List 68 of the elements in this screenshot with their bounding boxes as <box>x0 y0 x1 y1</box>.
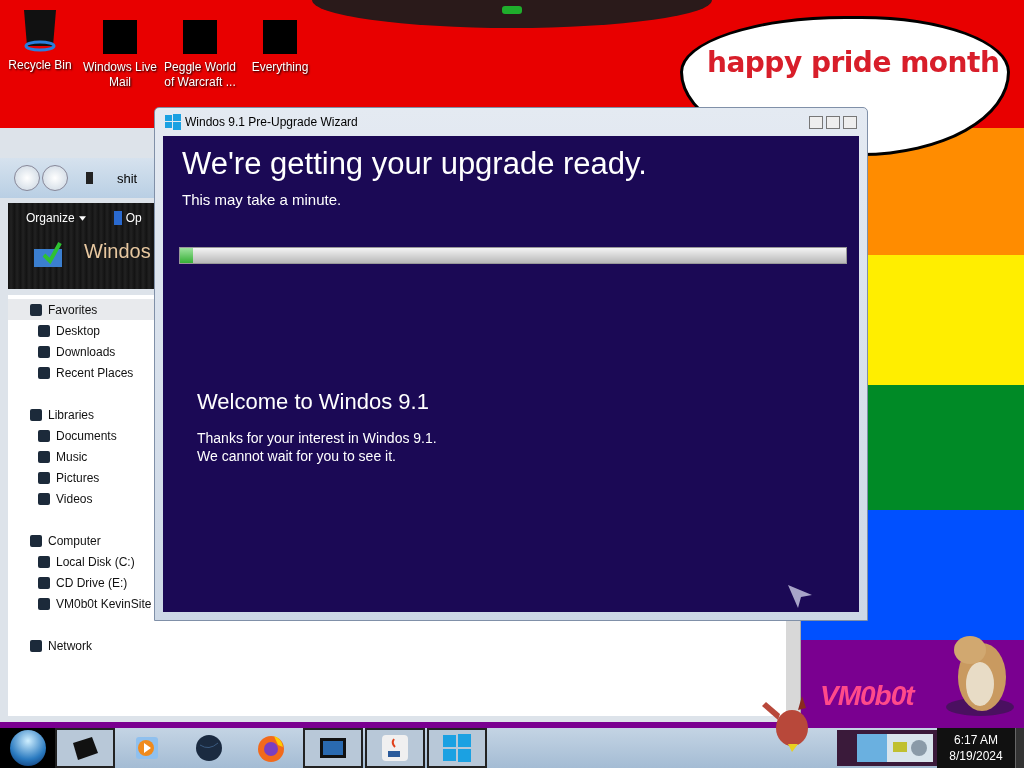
clock-date[interactable]: 8/19/2024 <box>949 748 1003 764</box>
globe-icon <box>194 733 224 763</box>
square-icon <box>38 429 50 442</box>
toolbar-button[interactable]: Op <box>125 211 142 225</box>
square-icon <box>38 471 50 484</box>
nav-section[interactable]: Computer <box>8 530 154 551</box>
square-icon <box>30 534 42 547</box>
square-icon <box>38 450 50 463</box>
nav-section[interactable]: Libraries <box>8 404 154 425</box>
nav-item[interactable]: Recent Places <box>8 362 154 383</box>
nav-item[interactable]: Downloads <box>8 341 154 362</box>
bird-drawing <box>762 696 808 752</box>
taskbar-button[interactable] <box>55 728 115 768</box>
square-icon <box>38 555 50 568</box>
header-title: Windos <box>84 239 151 263</box>
show-desktop-button[interactable] <box>1015 728 1024 768</box>
subheading: This may take a minute. <box>182 191 343 208</box>
nav-item[interactable]: CD Drive (E:) <box>8 572 154 593</box>
drive-icon <box>86 172 93 184</box>
forward-button[interactable] <box>42 165 68 191</box>
heading: We're getting your upgrade ready. <box>182 146 648 182</box>
welcome-text: We cannot wait for you to see it. <box>197 447 397 465</box>
square-icon <box>30 303 42 316</box>
square-icon <box>38 345 50 358</box>
taskbar-button[interactable] <box>303 728 363 768</box>
fox-browser-icon <box>256 733 286 763</box>
caret-icon <box>78 215 86 221</box>
nav-section[interactable]: Favorites <box>8 299 154 320</box>
taskbar-button[interactable] <box>427 728 487 768</box>
bubble-text: happy pride month <box>707 45 1001 81</box>
square-icon <box>38 597 50 610</box>
wallpaper-text: VM0b0t <box>820 680 914 712</box>
square-icon <box>30 639 42 652</box>
square-icon <box>38 492 50 505</box>
desktop-icon-label[interactable]: Windows Live Mail <box>82 60 158 90</box>
welcome-text: Thanks for your interest in Windos 9.1. <box>197 429 438 447</box>
nav-section[interactable]: Network <box>8 635 154 656</box>
nav-item[interactable]: Music <box>8 446 154 467</box>
windows-logo-icon <box>165 114 181 130</box>
welcome-title: Welcome to Windos 9.1 <box>197 389 430 415</box>
nav-item[interactable]: Desktop <box>8 320 154 341</box>
nav-item[interactable]: Documents <box>8 425 154 446</box>
desktop-icon-label[interactable]: Peggle World of Warcraft ... <box>162 60 238 90</box>
nav-item[interactable]: Local Disk (C:) <box>8 551 154 572</box>
nav-item[interactable]: VM0b0t KevinSite <box>8 593 154 614</box>
window-title: Windos 9.1 Pre-Upgrade Wizard <box>185 115 358 129</box>
desktop-icon-label[interactable]: Recycle Bin <box>8 58 72 73</box>
square-icon <box>30 408 42 421</box>
windows-logo-icon <box>442 733 472 763</box>
nav-item[interactable]: Pictures <box>8 467 154 488</box>
square-icon <box>38 324 50 337</box>
clock-time[interactable]: 6:17 AM <box>954 732 998 748</box>
organize-menu[interactable]: Organize <box>26 211 86 225</box>
close-button[interactable] <box>843 115 857 129</box>
taskbar-button[interactable] <box>365 728 425 768</box>
cursor-icon <box>787 583 813 609</box>
square-icon <box>38 576 50 589</box>
install-icon <box>32 241 64 269</box>
coffee-cup-icon <box>380 733 410 763</box>
maximize-button[interactable] <box>826 115 840 129</box>
back-button[interactable] <box>14 165 40 191</box>
start-button[interactable] <box>9 730 46 766</box>
minimize-button[interactable] <box>809 115 823 129</box>
desktop-icon-label[interactable]: Everything <box>251 60 309 75</box>
address-text[interactable]: shit <box>117 170 138 186</box>
square-icon <box>38 366 50 379</box>
book-icon <box>113 211 122 225</box>
nav-item[interactable]: Videos <box>8 488 154 509</box>
